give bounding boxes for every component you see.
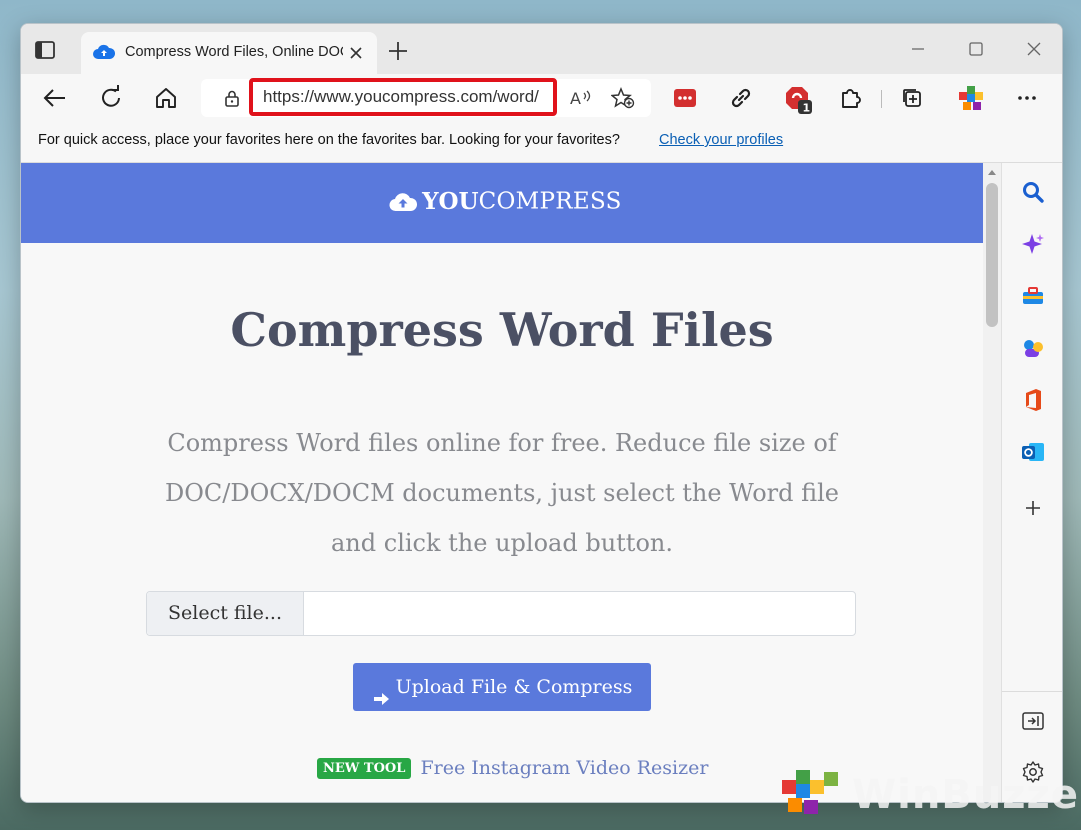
scroll-up-icon[interactable]	[988, 170, 996, 175]
collections-icon[interactable]	[898, 84, 926, 112]
select-file-button[interactable]: Select file...	[147, 592, 304, 635]
back-icon[interactable]	[41, 84, 69, 112]
upload-compress-button[interactable]: Upload File & Compress	[353, 663, 651, 711]
logo-text-regular: COMPRESS	[478, 188, 622, 215]
page-description: Compress Word files online for free. Red…	[164, 429, 840, 557]
logo-text-bold: YOU	[422, 188, 479, 215]
arrow-right-icon	[372, 678, 390, 705]
close-tab-icon[interactable]	[347, 44, 365, 62]
favorites-bar: For quick access, place your favorites h…	[21, 122, 1062, 163]
page-scrollbar[interactable]	[983, 163, 1001, 802]
tab-title: Compress Word Files, Online DOC	[125, 44, 343, 60]
home-icon[interactable]	[152, 84, 180, 112]
url-highlight-box: https://www.youcompress.com/word/	[249, 78, 557, 116]
upload-button-label: Upload File & Compress	[395, 676, 633, 698]
cloud-upload-icon	[389, 191, 418, 213]
lock-icon[interactable]	[223, 89, 241, 107]
browser-window: Compress Word Files, Online DOC https://…	[20, 23, 1063, 803]
winbuzzer-logo-icon	[778, 766, 844, 824]
url-text[interactable]: https://www.youcompress.com/word/	[263, 87, 551, 111]
new-tool-promo: NEW TOOL Free Instagram Video Resizer	[317, 757, 708, 783]
maximize-icon[interactable]	[965, 38, 987, 60]
sidebar-divider	[1002, 691, 1062, 692]
watermark-text: WinBuzzer	[852, 772, 1081, 818]
profile-avatar[interactable]	[955, 82, 987, 114]
hide-sidebar-icon[interactable]	[1020, 708, 1046, 734]
toolbar-divider	[881, 90, 882, 108]
site-header-banner: YOUCOMPRESS	[21, 163, 983, 243]
extensions-icon[interactable]	[837, 84, 865, 112]
scrollbar-thumb[interactable]	[986, 183, 998, 327]
add-icon[interactable]	[1020, 495, 1046, 521]
adblock-extension-icon[interactable]: 1	[783, 84, 815, 116]
read-aloud-icon[interactable]: A	[569, 87, 593, 109]
extension-badge-count: 1	[803, 102, 811, 115]
instagram-resizer-link[interactable]: Free Instagram Video Resizer	[420, 757, 708, 779]
games-icon[interactable]	[1020, 335, 1046, 361]
edge-sidebar	[1001, 163, 1062, 802]
refresh-icon[interactable]	[97, 84, 125, 112]
new-tool-badge: NEW TOOL	[317, 757, 412, 779]
password-manager-icon[interactable]	[671, 84, 699, 112]
add-favorite-icon[interactable]	[610, 87, 635, 109]
navigation-toolbar: https://www.youcompress.com/word/ A 1	[21, 74, 1062, 122]
favorites-bar-message: For quick access, place your favorites h…	[38, 132, 620, 148]
minimize-icon[interactable]	[907, 38, 929, 60]
svg-text:A: A	[570, 89, 581, 108]
tools-icon[interactable]	[1020, 283, 1046, 309]
more-options-icon[interactable]	[1013, 84, 1041, 112]
file-input[interactable]: Select file...	[146, 591, 856, 636]
tab-strip: Compress Word Files, Online DOC	[21, 24, 1062, 74]
close-window-icon[interactable]	[1023, 38, 1045, 60]
youcompress-favicon	[93, 43, 116, 63]
address-bar[interactable]: https://www.youcompress.com/word/ A	[201, 78, 651, 117]
link-icon[interactable]	[727, 84, 755, 112]
web-page: YOUCOMPRESS Compress Word Files Compress…	[21, 163, 983, 802]
winbuzzer-watermark: WinBuzzer	[778, 766, 1081, 826]
page-title: Compress Word Files	[230, 303, 774, 357]
active-tab[interactable]: Compress Word Files, Online DOC	[81, 32, 377, 74]
copilot-sparkle-icon[interactable]	[1020, 231, 1046, 257]
check-profiles-link[interactable]: Check your profiles	[659, 132, 783, 148]
new-tab-button[interactable]	[387, 40, 409, 62]
office-icon[interactable]	[1020, 387, 1046, 413]
search-icon[interactable]	[1020, 179, 1046, 205]
tab-actions-icon[interactable]	[33, 38, 57, 62]
outlook-icon[interactable]	[1020, 439, 1046, 465]
site-logo[interactable]: YOUCOMPRESS	[389, 188, 622, 218]
